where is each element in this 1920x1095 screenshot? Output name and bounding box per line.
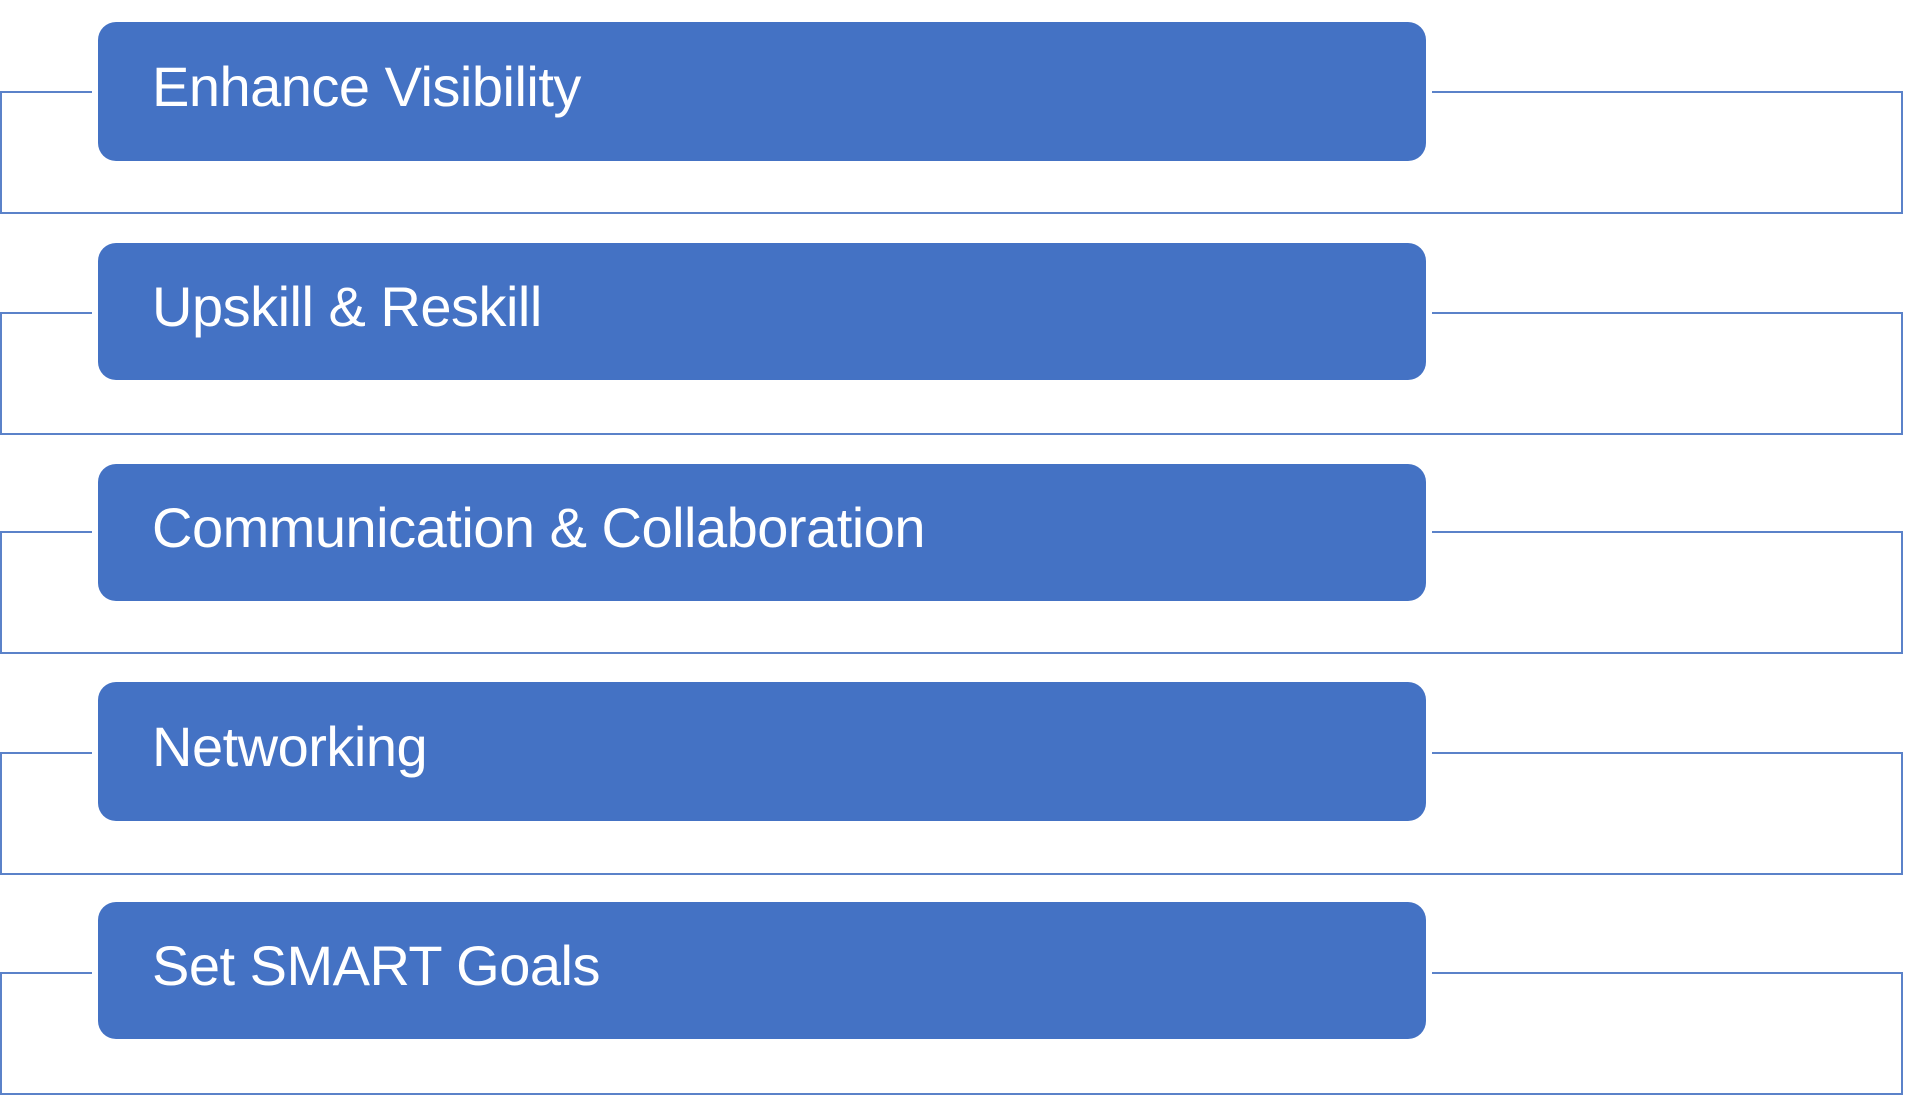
list-item-label: Set SMART Goals bbox=[152, 934, 600, 997]
list-item-box: Set SMART Goals bbox=[98, 902, 1426, 1039]
vertical-list-diagram: Enhance Visibility Upskill & Reskill Com… bbox=[0, 0, 1920, 1095]
list-item-box: Communication & Collaboration bbox=[98, 464, 1426, 601]
list-item-label: Upskill & Reskill bbox=[152, 275, 542, 338]
list-item-label: Networking bbox=[152, 715, 428, 778]
list-item-box: Enhance Visibility bbox=[98, 22, 1426, 161]
list-item-box: Networking bbox=[98, 682, 1426, 821]
list-item-label: Communication & Collaboration bbox=[152, 496, 926, 559]
list-item-label: Enhance Visibility bbox=[152, 55, 581, 118]
list-item-box: Upskill & Reskill bbox=[98, 243, 1426, 380]
